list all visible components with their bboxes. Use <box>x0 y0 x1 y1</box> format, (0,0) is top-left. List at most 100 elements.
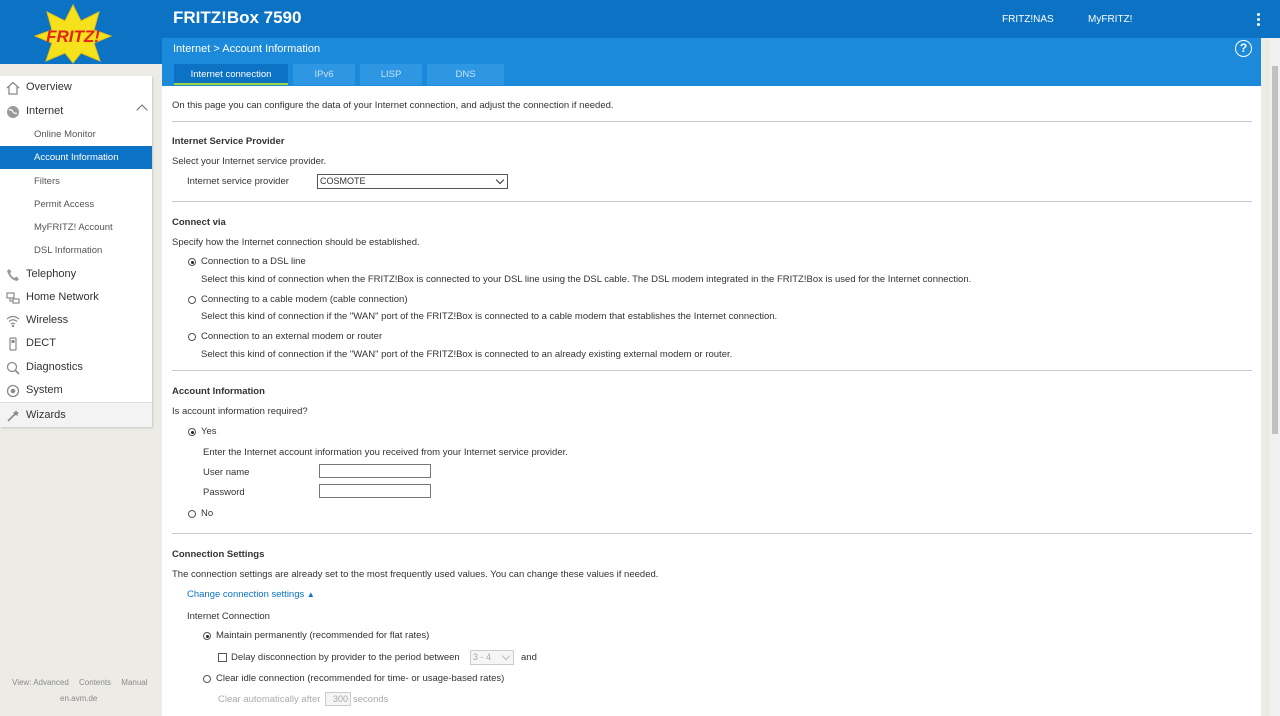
sidebar-item-label: Wizards <box>26 409 66 421</box>
sidebar-item-label: Diagnostics <box>26 361 83 373</box>
divider <box>172 533 1252 534</box>
isp-select[interactable]: COSMOTE <box>317 174 508 189</box>
fritznas-link[interactable]: FRITZ!NAS <box>1002 14 1054 25</box>
sidebar-item-diagnostics[interactable]: Diagnostics <box>0 356 152 379</box>
sidebar-item-overview[interactable]: Overview <box>0 76 152 99</box>
connection-settings-heading: Connection Settings <box>172 549 265 560</box>
sidebar-item-internet[interactable]: Internet <box>0 100 152 123</box>
divider <box>172 121 1252 122</box>
manual-link[interactable]: Manual <box>121 678 147 687</box>
view-mode-link[interactable]: View: Advanced <box>12 678 69 687</box>
delay-disconnection-checkbox[interactable] <box>218 653 227 662</box>
chevron-up-icon[interactable] <box>136 104 148 116</box>
dsl-line-label[interactable]: Connection to a DSL line <box>201 256 306 267</box>
help-icon[interactable]: ? <box>1235 40 1252 57</box>
delay-period-select[interactable]: 3 - 4 <box>470 650 514 665</box>
account-no-label[interactable]: No <box>201 508 213 519</box>
radio-external-modem[interactable] <box>188 333 196 341</box>
username-label: User name <box>203 467 250 478</box>
radio-cable-modem[interactable] <box>188 296 196 304</box>
sidebar-item-telephony[interactable]: Telephony <box>0 263 152 286</box>
phone-icon <box>7 269 19 281</box>
fritz-logo[interactable]: FRITZ! <box>0 0 162 64</box>
tab-ipv6[interactable]: IPv6 <box>293 64 355 85</box>
sidebar-subitem-label: Permit Access <box>34 199 95 210</box>
delay-disconnection-label[interactable]: Delay disconnection by provider to the p… <box>231 652 460 663</box>
isp-select-value: COSMOTE <box>320 176 366 186</box>
cable-modem-label[interactable]: Connecting to a cable modem (cable conne… <box>201 294 407 305</box>
fritz-logo-icon: FRITZ! <box>34 4 112 64</box>
sidebar-subitem-permit-access[interactable]: Permit Access <box>0 193 152 216</box>
sidebar-subitem-online-monitor[interactable]: Online Monitor <box>0 123 152 146</box>
sidebar-item-wizards-inner[interactable]: Wizards <box>0 404 152 427</box>
account-yes-label[interactable]: Yes <box>201 426 217 437</box>
main-content: On this page you can configure the data … <box>162 86 1261 716</box>
dsl-line-description: Select this kind of connection when the … <box>201 274 972 285</box>
sidebar-item-label: Home Network <box>26 291 99 303</box>
radio-account-yes[interactable] <box>188 428 196 436</box>
sidebar-subitem-dsl-information[interactable]: DSL Information <box>0 239 152 262</box>
wand-icon <box>7 410 19 422</box>
system-gear-icon <box>6 384 20 398</box>
radio-clear-idle[interactable] <box>203 675 211 683</box>
tab-lisp[interactable]: LISP <box>360 64 422 85</box>
external-modem-description: Select this kind of connection if the "W… <box>201 349 733 360</box>
sidebar-item-home-network[interactable]: Home Network <box>0 286 152 309</box>
sidebar-item-label: Overview <box>26 81 72 93</box>
sidebar-item-wizards[interactable]: Wizards <box>0 402 152 427</box>
sidebar-item-dect[interactable]: DECT <box>0 332 152 355</box>
sidebar-subitem-label: Account Information <box>34 152 119 163</box>
change-connection-settings-link[interactable]: Change connection settings ▲ <box>187 589 315 600</box>
sidebar-item-label: Wireless <box>26 314 69 326</box>
sidebar-item-wireless[interactable]: Wireless <box>0 309 152 332</box>
divider <box>172 201 1252 202</box>
divider <box>172 370 1252 371</box>
change-settings-link-label: Change connection settings <box>187 589 305 600</box>
internet-connection-label: Internet Connection <box>187 611 270 622</box>
clear-after-input[interactable]: 300 <box>325 692 351 706</box>
chevron-down-icon <box>495 175 505 185</box>
cable-modem-description: Select this kind of connection if the "W… <box>201 311 778 322</box>
delay-and-text: and <box>521 652 537 663</box>
account-question: Is account information required? <box>172 406 308 417</box>
sidebar-subitem-account-information[interactable]: Account Information <box>0 146 152 169</box>
radio-maintain-permanently[interactable] <box>203 632 211 640</box>
sidebar-subitem-filters[interactable]: Filters <box>0 170 152 193</box>
username-field[interactable] <box>319 464 431 478</box>
diagnostics-icon <box>6 361 20 375</box>
more-menu-icon[interactable] <box>1252 12 1264 28</box>
account-hint: Enter the Internet account information y… <box>203 447 568 458</box>
top-header: FRITZ!Box 7590 FRITZ!NAS MyFRITZ! <box>0 0 1280 38</box>
radio-account-no[interactable] <box>188 510 196 518</box>
clear-after-unit: seconds <box>353 694 389 705</box>
connection-settings-description: The connection settings are already set … <box>172 569 659 580</box>
maintain-permanently-label[interactable]: Maintain permanently (recommended for fl… <box>216 630 429 641</box>
sidebar-item-system[interactable]: System <box>0 379 152 402</box>
sidebar-subitem-label: DSL Information <box>34 245 103 256</box>
clear-idle-label[interactable]: Clear idle connection (recommended for t… <box>216 673 504 684</box>
avm-site-link[interactable]: en.avm.de <box>60 694 97 703</box>
svg-text:FRITZ!: FRITZ! <box>46 27 100 46</box>
breadcrumb-account-information: Account Information <box>222 43 321 55</box>
scrollbar-thumb[interactable] <box>1272 66 1278 434</box>
globe-icon <box>7 106 19 118</box>
radio-dsl-line[interactable] <box>188 258 196 266</box>
password-label: Password <box>203 487 245 498</box>
myfritz-link[interactable]: MyFRITZ! <box>1088 14 1132 25</box>
tab-internet-connection[interactable]: Internet connection <box>174 64 288 85</box>
sidebar-subitem-label: Online Monitor <box>34 129 96 140</box>
wifi-icon <box>6 315 20 328</box>
contents-link[interactable]: Contents <box>79 678 111 687</box>
tab-dns-server[interactable]: DNS Server <box>427 64 504 101</box>
intro-text: On this page you can configure the data … <box>172 100 614 111</box>
external-modem-label[interactable]: Connection to an external modem or route… <box>201 331 382 342</box>
isp-heading: Internet Service Provider <box>172 136 285 147</box>
password-field[interactable] <box>319 484 431 498</box>
connect-via-description: Specify how the Internet connection shou… <box>172 237 420 248</box>
sidebar-subitem-myfritz-account[interactable]: MyFRITZ! Account <box>0 216 152 239</box>
breadcrumb-internet[interactable]: Internet <box>173 43 210 55</box>
tab-bar: Internet connection IPv6 LISP DNS Server <box>174 64 504 101</box>
triangle-up-icon: ▲ <box>306 590 315 599</box>
sidebar-subitem-label: Filters <box>34 176 60 187</box>
network-icon <box>6 292 20 304</box>
